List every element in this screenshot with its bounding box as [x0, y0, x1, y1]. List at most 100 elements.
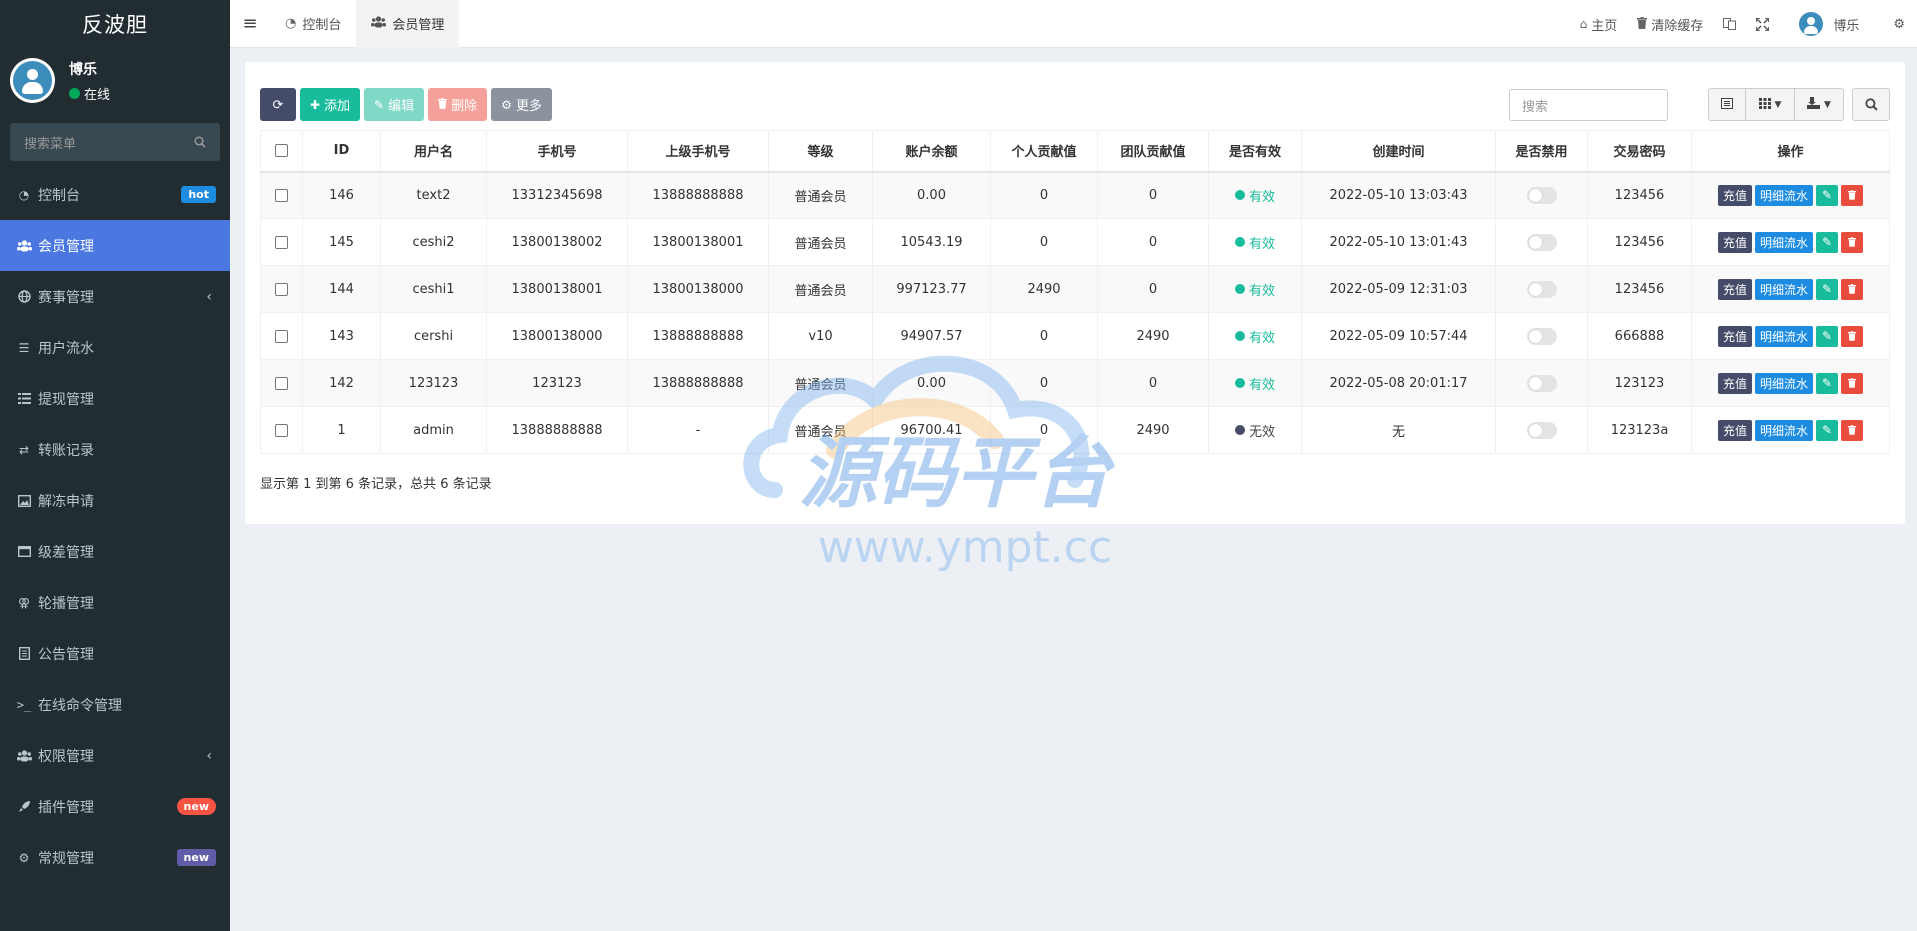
disable-toggle[interactable]	[1526, 421, 1557, 439]
flow-detail-button[interactable]: 明细流水	[1755, 184, 1814, 206]
table-row[interactable]: 1 admin 13888888888 - 普通会员 96700.41 0 24…	[260, 406, 1890, 454]
clear-cache-button[interactable]: 清除缓存	[1627, 15, 1713, 34]
select-all-checkbox[interactable]	[275, 144, 288, 158]
sidebar-item-carousel[interactable]: ⚢ 轮播管理	[0, 577, 230, 628]
column-header[interactable]: 手机号	[486, 130, 628, 173]
cell-id: 144	[302, 265, 381, 313]
sidebar-item-unfreeze[interactable]: 解冻申请	[0, 475, 230, 526]
sidebar-item-announcement[interactable]: 公告管理	[0, 628, 230, 679]
sidebar-item-members[interactable]: 会员管理	[0, 220, 230, 271]
more-button[interactable]: ⚙ 更多	[491, 88, 552, 121]
column-header[interactable]: 团队贡献值	[1097, 130, 1209, 173]
delete-row-button[interactable]	[1841, 278, 1864, 300]
flow-detail-button[interactable]: 明细流水	[1755, 325, 1814, 347]
column-header[interactable]: 是否禁用	[1495, 130, 1588, 173]
tab-members[interactable]: 会员管理	[356, 0, 460, 48]
table-row[interactable]: 145 ceshi2 13800138002 13800138001 普通会员 …	[260, 218, 1890, 266]
cell-team: 0	[1097, 359, 1209, 407]
disable-toggle[interactable]	[1526, 327, 1557, 345]
sidebar-item-general[interactable]: ⚙ 常规管理 new	[0, 832, 230, 883]
sidebar-item-events[interactable]: 赛事管理 ‹	[0, 271, 230, 322]
row-checkbox[interactable]	[275, 423, 288, 437]
edit-button[interactable]: ✎ 编辑	[364, 88, 425, 121]
delete-row-button[interactable]	[1841, 231, 1864, 253]
tab-dashboard[interactable]: ◔ 控制台	[270, 0, 356, 48]
disable-toggle[interactable]	[1526, 280, 1557, 298]
sidebar-item-withdraw[interactable]: 提现管理	[0, 373, 230, 424]
sidebar-item-permission[interactable]: 权限管理 ‹	[0, 730, 230, 781]
user-menu[interactable]: 博乐	[1779, 12, 1883, 36]
table-toolbar: ⟳ ✚ 添加 ✎ 编辑 删除 ⚙ 更多	[260, 88, 552, 121]
add-button[interactable]: ✚ 添加	[300, 88, 361, 121]
edit-row-button[interactable]: ✎	[1816, 184, 1839, 206]
flow-detail-button[interactable]: 明细流水	[1755, 278, 1814, 300]
disable-toggle[interactable]	[1526, 374, 1557, 392]
home-link[interactable]: ⌂ 主页	[1570, 15, 1628, 34]
flow-detail-button[interactable]: 明细流水	[1755, 419, 1814, 441]
row-checkbox[interactable]	[275, 376, 288, 390]
charge-button[interactable]: 充值	[1717, 278, 1752, 300]
sidebar-item-label: 在线命令管理	[38, 697, 122, 714]
settings-cogs-icon[interactable]: ⚙	[1883, 17, 1917, 32]
refresh-button[interactable]: ⟳	[260, 88, 296, 121]
sidebar-item-user-flow[interactable]: ☰ 用户流水	[0, 322, 230, 373]
delete-row-button[interactable]	[1841, 184, 1864, 206]
language-icon[interactable]	[1713, 18, 1746, 30]
edit-row-button[interactable]: ✎	[1816, 419, 1839, 441]
trash-icon	[438, 97, 448, 112]
column-header[interactable]: 创建时间	[1301, 130, 1496, 173]
table-row[interactable]: 146 text2 13312345698 13888888888 普通会员 0…	[260, 171, 1890, 219]
column-header[interactable]: 个人贡献值	[990, 130, 1098, 173]
edit-row-button[interactable]: ✎	[1816, 231, 1839, 253]
table-row[interactable]: 144 ceshi1 13800138001 13800138000 普通会员 …	[260, 265, 1890, 313]
toggle-view-button[interactable]	[1708, 88, 1746, 121]
flow-detail-button[interactable]: 明细流水	[1755, 372, 1814, 394]
row-checkbox[interactable]	[275, 282, 288, 296]
delete-button[interactable]: 删除	[428, 88, 488, 121]
brand-logo[interactable]: 反波胆	[0, 0, 230, 48]
sidebar-search-input[interactable]: 搜索菜单	[10, 123, 220, 161]
sidebar-toggle-icon[interactable]: ≡	[230, 0, 270, 48]
column-header[interactable]: 交易密码	[1587, 130, 1692, 173]
edit-row-button[interactable]: ✎	[1816, 372, 1839, 394]
column-header[interactable]: 等级	[768, 130, 873, 173]
table-row[interactable]: 143 cershi 13800138000 13888888888 v10 9…	[260, 312, 1890, 360]
sidebar-item-label: 转账记录	[38, 442, 94, 459]
charge-button[interactable]: 充值	[1717, 231, 1752, 253]
delete-row-button[interactable]	[1841, 372, 1864, 394]
delete-row-button[interactable]	[1841, 325, 1864, 347]
row-checkbox[interactable]	[275, 235, 288, 249]
charge-button[interactable]: 充值	[1717, 184, 1752, 206]
cell-balance: 96700.41	[872, 406, 991, 454]
export-dropdown[interactable]: ▼	[1794, 88, 1844, 121]
column-header[interactable]: ID	[302, 130, 381, 173]
disable-toggle[interactable]	[1526, 186, 1557, 204]
column-header[interactable]: 上级手机号	[627, 130, 769, 173]
sidebar-item-plugins[interactable]: 插件管理 new	[0, 781, 230, 832]
delete-row-button[interactable]	[1841, 419, 1864, 441]
edit-row-button[interactable]: ✎	[1816, 278, 1839, 300]
columns-dropdown[interactable]: ▼	[1745, 88, 1795, 121]
fullscreen-icon[interactable]	[1746, 17, 1779, 31]
sidebar-item-level-diff[interactable]: 级差管理	[0, 526, 230, 577]
charge-button[interactable]: 充值	[1717, 372, 1752, 394]
table-row[interactable]: 142 123123 123123 13888888888 普通会员 0.00 …	[260, 359, 1890, 407]
charge-button[interactable]: 充值	[1717, 419, 1752, 441]
column-header[interactable]: 账户余额	[872, 130, 991, 173]
sidebar-item-dashboard[interactable]: ◔ 控制台 hot	[0, 169, 230, 220]
column-header[interactable]: 用户名	[380, 130, 487, 173]
flow-detail-button[interactable]: 明细流水	[1755, 231, 1814, 253]
column-header[interactable]: 是否有效	[1208, 130, 1302, 173]
trash-icon	[1848, 425, 1857, 435]
sidebar-item-transfer[interactable]: ⇄ 转账记录	[0, 424, 230, 475]
sidebar-item-online-command[interactable]: >_ 在线命令管理	[0, 679, 230, 730]
pagination-summary: 显示第 1 到第 6 条记录，总共 6 条记录	[260, 477, 492, 492]
edit-row-button[interactable]: ✎	[1816, 325, 1839, 347]
row-checkbox[interactable]	[275, 329, 288, 343]
table-search-input[interactable]: 搜索	[1509, 89, 1668, 121]
row-checkbox[interactable]	[275, 188, 288, 202]
advanced-search-button[interactable]	[1852, 88, 1890, 121]
disable-toggle[interactable]	[1526, 233, 1557, 251]
status-dot-icon	[1234, 378, 1245, 388]
charge-button[interactable]: 充值	[1717, 325, 1752, 347]
